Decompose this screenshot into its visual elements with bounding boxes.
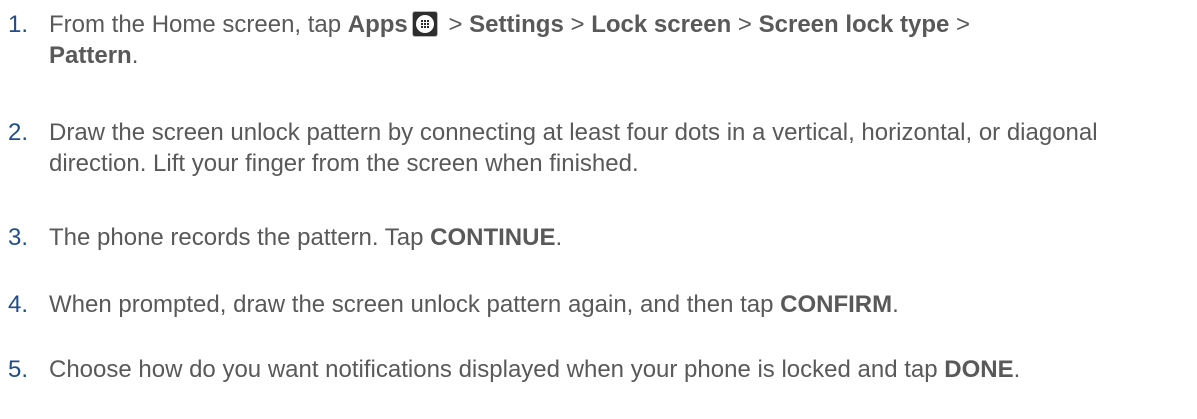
step-5: 5. Choose how do you want notifications … xyxy=(0,354,1190,385)
step-number: 1. xyxy=(8,11,29,38)
step-number: 2. xyxy=(8,119,29,146)
continue-label: CONTINUE xyxy=(430,224,556,251)
step-number: 3. xyxy=(8,224,29,251)
step-3: 3. The phone records the pattern. Tap CO… xyxy=(0,222,1190,253)
apps-label: Apps xyxy=(347,11,408,38)
step-text: The phone records the pattern. Tap CONTI… xyxy=(49,224,563,251)
screen-lock-type-label: Screen lock type xyxy=(758,11,950,38)
lock-screen-label: Lock screen xyxy=(591,11,732,38)
confirm-label: CONFIRM xyxy=(780,291,893,318)
step-2: 2. Draw the screen unlock pattern by con… xyxy=(0,117,1190,179)
done-label: DONE xyxy=(944,356,1014,383)
step-text: Choose how do you want notifications dis… xyxy=(49,356,1021,383)
step-text: When prompted, draw the screen unlock pa… xyxy=(49,291,899,318)
settings-label: Settings xyxy=(469,11,564,38)
step-number: 5. xyxy=(8,356,29,383)
apps-grid-icon xyxy=(411,11,438,37)
pattern-label: Pattern xyxy=(49,42,132,70)
step-1: 1. From the Home screen, tap Apps > Sett… xyxy=(0,9,1190,71)
instruction-list: 1. From the Home screen, tap Apps > Sett… xyxy=(0,0,1197,419)
step-text: From the Home screen, tap Apps > Setting… xyxy=(49,11,971,70)
step-text: Draw the screen unlock pattern by connec… xyxy=(49,119,1098,178)
step-number: 4. xyxy=(8,291,29,318)
step-4: 4. When prompted, draw the screen unlock… xyxy=(0,289,1190,320)
